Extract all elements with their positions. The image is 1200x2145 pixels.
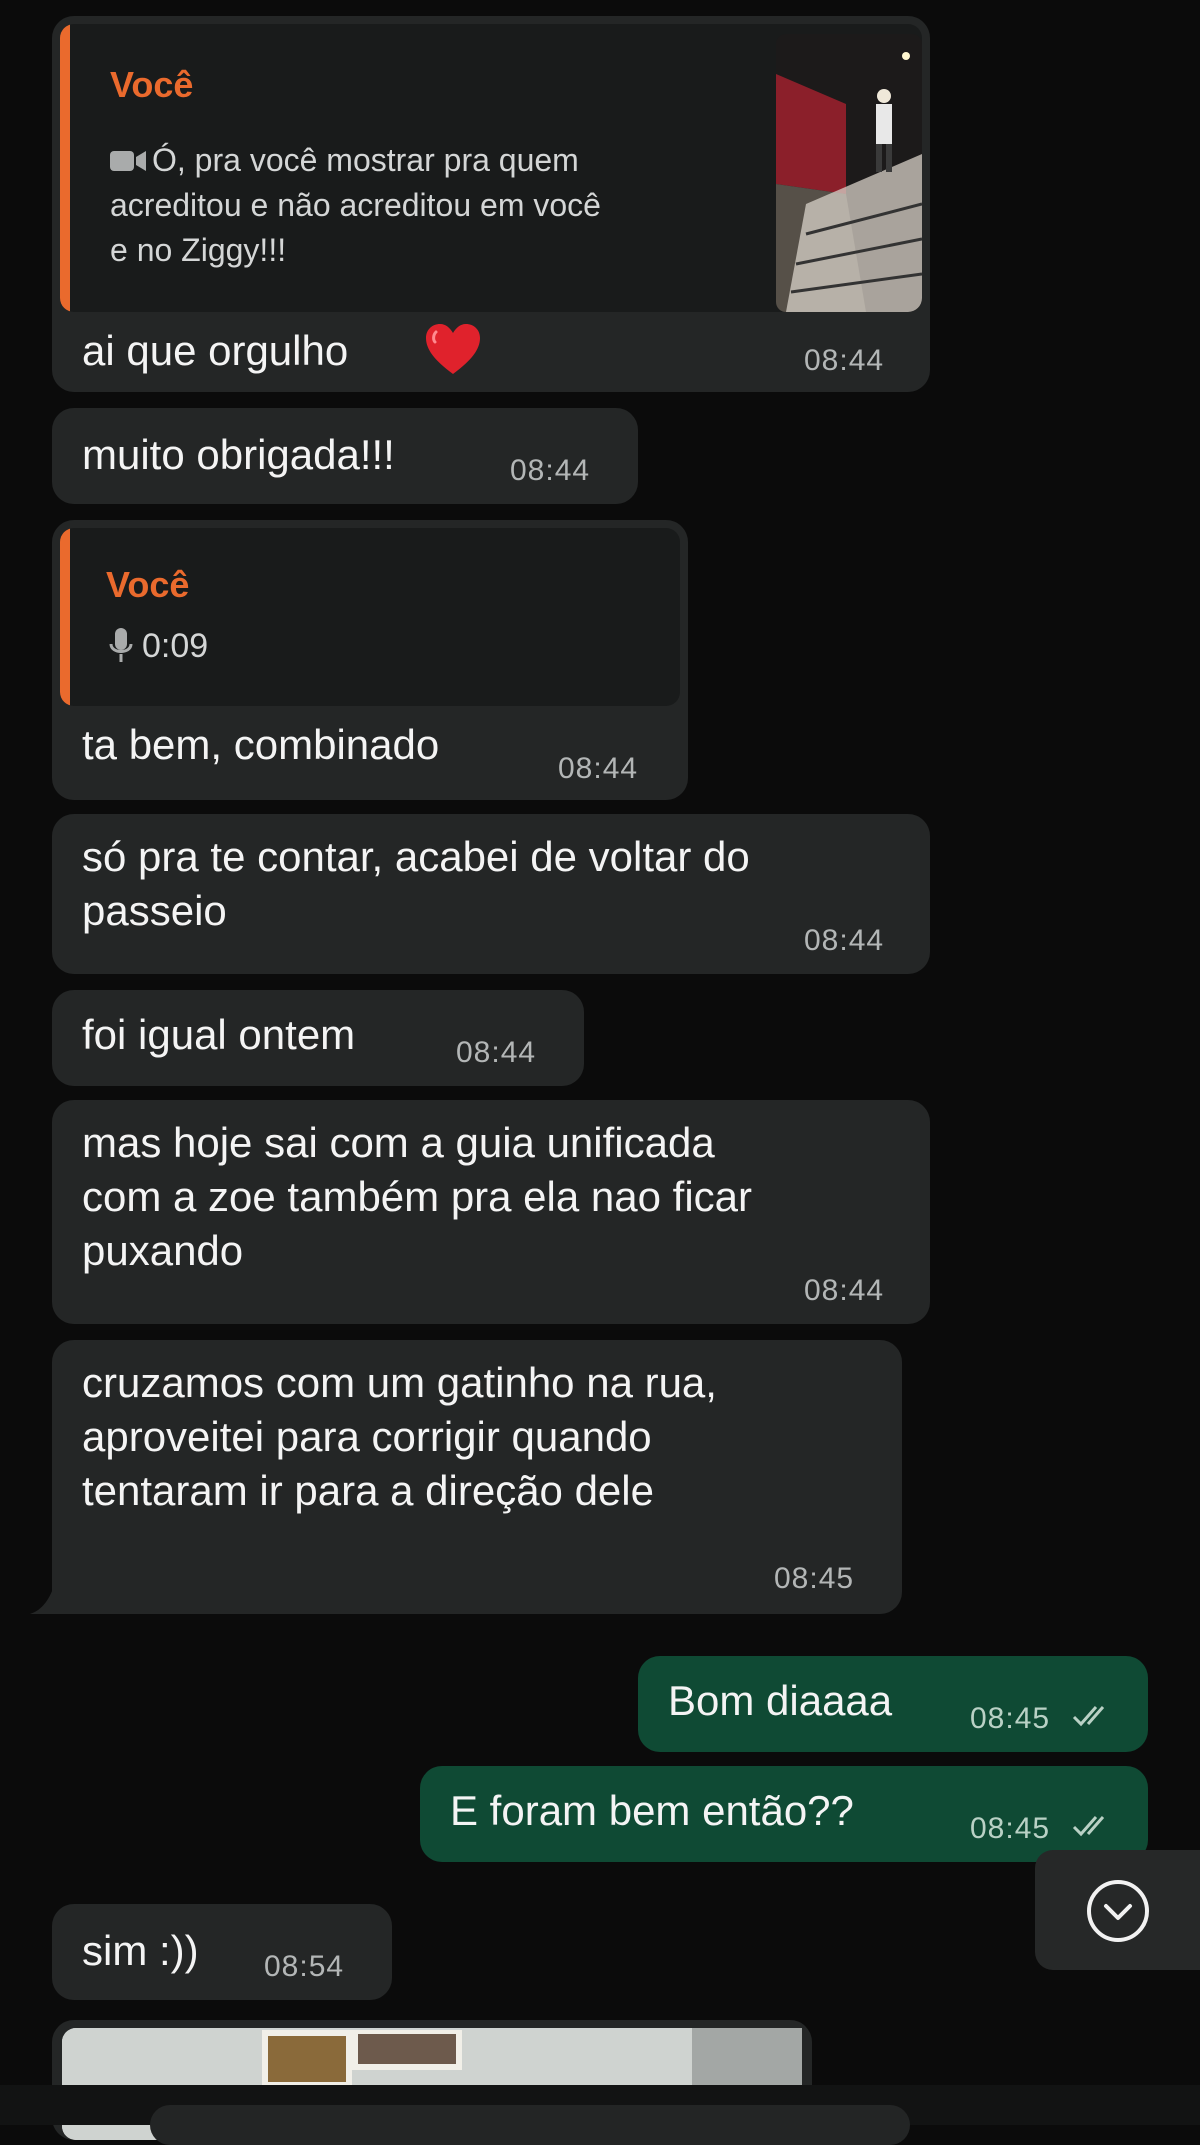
scroll-to-bottom-button[interactable] <box>1035 1850 1200 1970</box>
message-bubble-outgoing-1[interactable]: Bom diaaaa 08:45 <box>638 1656 1148 1752</box>
message-time: 08:54 <box>264 1950 345 1983</box>
message-text: ai que orgulho <box>82 327 349 374</box>
message-text: Bom diaaaa <box>668 1677 893 1724</box>
message-text: muito obrigada!!! <box>82 431 395 478</box>
reply-accent-bar <box>60 528 70 706</box>
message-time: 08:44 <box>804 924 885 957</box>
reply-author: Você <box>106 564 190 605</box>
microphone-icon <box>108 626 134 671</box>
message-bubble-7[interactable]: cruzamos com um gatinho na rua, aproveit… <box>52 1340 902 1614</box>
video-thumbnail[interactable] <box>776 34 922 312</box>
message-input-field[interactable] <box>150 2105 910 2145</box>
message-time: 08:44 <box>804 1274 885 1307</box>
message-text: ta bem, combinado <box>82 721 440 768</box>
message-bubble-2[interactable]: muito obrigada!!! 08:44 <box>52 408 638 504</box>
message-time: 08:45 <box>970 1812 1051 1845</box>
bottom-input-bar <box>0 2085 1200 2145</box>
reply-text: Ó, pra você mostrar pra quem acreditou e… <box>110 142 601 268</box>
message-time: 08:45 <box>774 1562 855 1595</box>
reply-author: Você <box>110 64 194 105</box>
message-bubble-1[interactable]: Você Ó, pra você mostrar pra quem acredi… <box>52 16 930 392</box>
read-receipt-icon <box>1072 1706 1105 1727</box>
message-text: sim :)) <box>82 1927 199 1974</box>
message-bubble-10[interactable]: sim :)) 08:54 <box>52 1904 392 2000</box>
message-bubble-3[interactable]: Você 0:09 ta bem, combinado 08:44 <box>52 520 688 800</box>
audio-duration: 0:09 <box>142 627 209 665</box>
message-text: mas hoje sai com a guia unificada com a … <box>82 1119 752 1274</box>
message-time: 08:44 <box>804 344 885 377</box>
message-bubble-outgoing-2[interactable]: E foram bem então?? 08:45 <box>420 1766 1148 1862</box>
heart-icon <box>424 322 482 383</box>
message-text: só pra te contar, acabei de voltar do pa… <box>82 833 750 934</box>
message-bubble-4[interactable]: só pra te contar, acabei de voltar do pa… <box>52 814 930 974</box>
message-time: 08:44 <box>510 454 591 487</box>
message-time: 08:44 <box>456 1036 537 1069</box>
chevron-down-icon <box>1085 1878 1151 1949</box>
message-time: 08:44 <box>558 752 639 785</box>
message-text: foi igual ontem <box>82 1011 356 1058</box>
message-time: 08:45 <box>970 1702 1051 1735</box>
reply-accent-bar <box>60 24 70 312</box>
reply-preview[interactable]: Você Ó, pra você mostrar pra quem acredi… <box>60 24 922 312</box>
read-receipt-icon <box>1072 1816 1105 1837</box>
reply-preview[interactable]: Você 0:09 <box>60 528 680 706</box>
message-text: E foram bem então?? <box>450 1787 854 1834</box>
bubble-tail <box>30 1580 56 1614</box>
message-text: cruzamos com um gatinho na rua, aproveit… <box>82 1359 717 1514</box>
message-bubble-6[interactable]: mas hoje sai com a guia unificada com a … <box>52 1100 930 1324</box>
message-bubble-5[interactable]: foi igual ontem 08:44 <box>52 990 584 1086</box>
